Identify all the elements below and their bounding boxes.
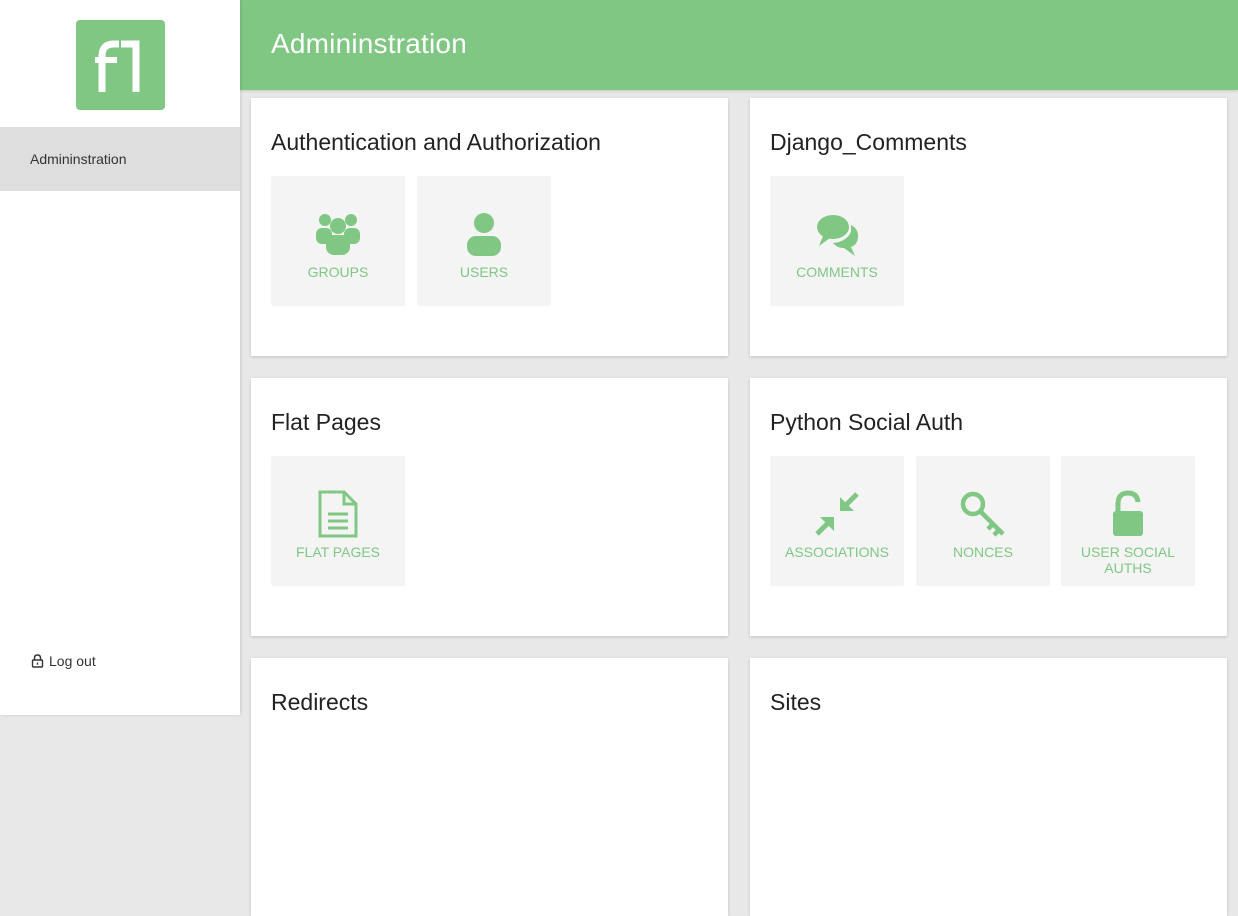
tile-label: Comments — [796, 264, 878, 280]
app-card-redirects: Redirects — [251, 658, 728, 916]
app-card-social-auth: Python Social Auth Associations Nonces — [750, 378, 1227, 636]
comments-icon — [817, 215, 859, 256]
unlock-icon — [1113, 490, 1143, 536]
tile-label: Users — [459, 264, 509, 280]
card-title: Sites — [770, 689, 822, 715]
lock-icon — [31, 654, 44, 668]
user-icon — [467, 213, 501, 256]
card-title: Redirects — [271, 689, 369, 715]
page-header: Admininstration — [240, 0, 1238, 90]
card-title: Flat Pages — [271, 409, 381, 435]
tile-comments[interactable]: Comments — [770, 176, 904, 306]
sidebar: Admininstration Log out — [0, 0, 240, 715]
compress-icon — [815, 492, 859, 536]
logo-icon — [95, 40, 140, 92]
tile-flat-pages[interactable]: Flat pages — [271, 456, 405, 586]
card-title: Django_Comments — [770, 129, 967, 155]
app-card-flatpages: Flat Pages Flat pages — [251, 378, 728, 636]
key-icon — [960, 491, 1005, 537]
logout-label: Log out — [49, 653, 96, 669]
tile-label: Flat pages — [295, 544, 381, 560]
sidebar-item-label: Admininstration — [30, 151, 127, 167]
tile-users[interactable]: Users — [417, 176, 551, 306]
page-title: Admininstration — [271, 28, 467, 59]
app-logo[interactable] — [76, 20, 165, 110]
app-card-auth: Authentication and Authorization Groups … — [251, 98, 728, 356]
tile-label: User social auths — [1080, 544, 1176, 576]
tile-user-social-auths[interactable]: User social auths — [1061, 456, 1195, 586]
sidebar-item-administration[interactable]: Admininstration — [0, 127, 240, 191]
tile-label: Nonces — [953, 544, 1013, 560]
card-title: Authentication and Authorization — [271, 129, 601, 155]
logout-link[interactable]: Log out — [31, 653, 96, 669]
card-title: Python Social Auth — [770, 409, 964, 435]
tile-associations[interactable]: Associations — [770, 456, 904, 586]
tile-label: Groups — [307, 264, 369, 280]
app-card-sites: Sites — [750, 658, 1227, 916]
tile-nonces[interactable]: Nonces — [916, 456, 1050, 586]
tile-groups[interactable]: Groups — [271, 176, 405, 306]
tile-label: Associations — [785, 544, 889, 560]
groups-icon — [316, 214, 360, 255]
app-card-comments: Django_Comments Comments — [750, 98, 1227, 356]
document-icon — [318, 490, 358, 538]
